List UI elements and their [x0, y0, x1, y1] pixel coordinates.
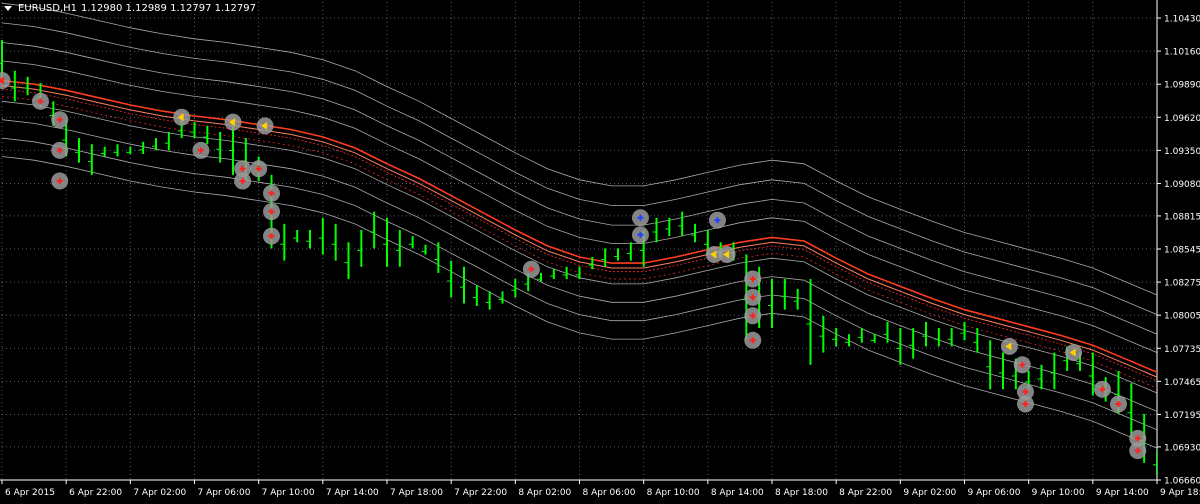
y-tick-label: 1.07735	[1164, 345, 1200, 355]
x-tick-label: 8 Apr 22:00	[839, 488, 892, 498]
x-tick-label: 9 Apr 14:00	[1096, 488, 1149, 498]
y-tick-label: 1.08545	[1164, 246, 1200, 256]
x-tick-label: 7 Apr 18:00	[390, 488, 443, 498]
symbol-header: EURUSD,H1 1.12980 1.12989 1.12797 1.1279…	[4, 3, 256, 14]
x-tick-label: 9 Apr 02:00	[903, 488, 956, 498]
chart-canvas[interactable]: 1.10430 1.10160 1.09890 1.09620 1.09350 1.090…	[0, 0, 1200, 500]
x-tick-label: 8 Apr 02:00	[518, 488, 571, 498]
price-chart[interactable]: 1.10430 1.10160 1.09890 1.09620 1.09350 1.090…	[0, 0, 1200, 500]
ohlc-values: 1.12980 1.12989 1.12797 1.12797	[81, 3, 256, 14]
x-tick-label: 6 Apr 2015	[5, 488, 55, 498]
y-tick-label: 1.09890	[1164, 81, 1200, 91]
y-tick-label: 1.09620	[1164, 114, 1200, 124]
y-tick-label: 1.07195	[1164, 411, 1200, 421]
x-tick-label: 7 Apr 06:00	[198, 488, 251, 498]
y-tick-label: 1.09350	[1164, 147, 1200, 157]
y-tick-label: 1.06660	[1164, 477, 1200, 487]
x-tick-label: 7 Apr 14:00	[326, 488, 379, 498]
chart-background	[0, 0, 1200, 500]
y-tick-label: 1.10160	[1164, 48, 1200, 58]
x-tick-label: 7 Apr 02:00	[133, 488, 186, 498]
symbol-label: EURUSD,H1	[18, 3, 78, 14]
x-tick-label: 6 Apr 22:00	[69, 488, 122, 498]
x-tick-label: 8 Apr 06:00	[583, 488, 636, 498]
y-tick-label: 1.08275	[1164, 279, 1200, 289]
y-tick-label: 1.08815	[1164, 212, 1200, 222]
dropdown-triangle-icon[interactable]	[4, 6, 12, 11]
y-tick-label: 1.10430	[1164, 15, 1200, 25]
y-tick-label: 1.07465	[1164, 378, 1200, 388]
y-tick-label: 1.06930	[1164, 443, 1200, 453]
x-tick-label: 8 Apr 14:00	[711, 488, 764, 498]
x-tick-label: 9 Apr 10:00	[1032, 488, 1085, 498]
x-tick-label: 7 Apr 10:00	[262, 488, 315, 498]
x-tick-label: 8 Apr 10:00	[647, 488, 700, 498]
x-tick-label: 7 Apr 22:00	[454, 488, 507, 498]
x-tick-label: 8 Apr 18:00	[775, 488, 828, 498]
x-tick-label: 9 Apr 06:00	[968, 488, 1021, 498]
y-tick-label: 1.09080	[1164, 180, 1200, 190]
x-tick-label: 9 Apr 18:00	[1160, 488, 1200, 498]
y-tick-label: 1.08005	[1164, 312, 1200, 322]
